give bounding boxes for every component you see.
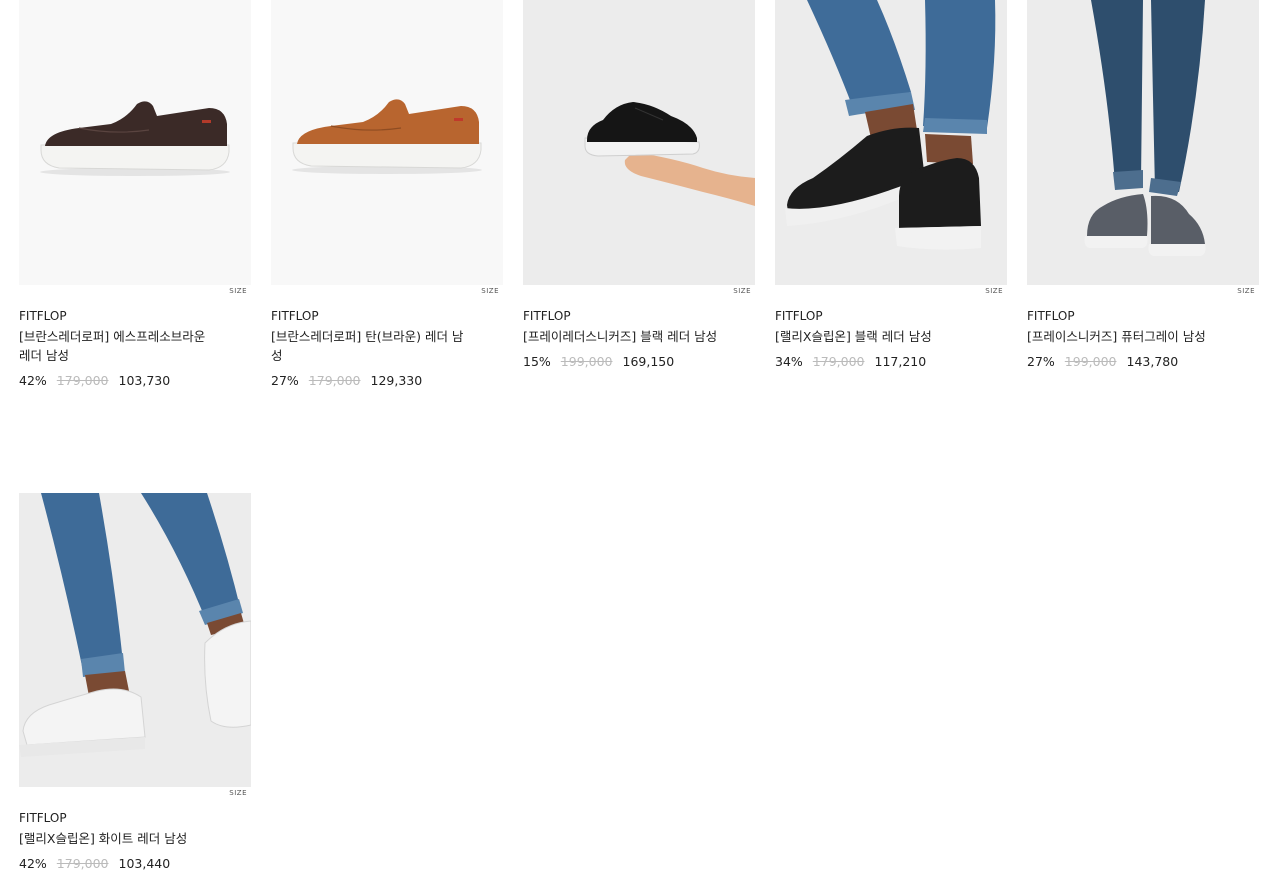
price-row: 27% 199,000 143,780 — [1027, 354, 1259, 370]
sale-price: 143,780 — [1126, 354, 1179, 369]
product-name[interactable]: [프레이스니커즈] 퓨터그레이 남성 — [1027, 327, 1227, 346]
original-price: 179,000 — [56, 856, 109, 871]
discount-rate: 42% — [19, 856, 47, 871]
size-tag[interactable]: SIZE — [985, 287, 1003, 295]
product-card[interactable]: SIZE FITFLOP [프레이레더스니커즈] 블랙 레더 남성 15% 19… — [523, 0, 755, 369]
price-row: 42% 179,000 103,730 — [19, 373, 251, 389]
sale-price: 129,330 — [370, 373, 423, 388]
product-image[interactable] — [19, 0, 251, 285]
price-row: 27% 179,000 129,330 — [271, 373, 503, 389]
discount-rate: 15% — [523, 354, 551, 369]
product-image[interactable] — [271, 0, 503, 285]
original-price: 199,000 — [1064, 354, 1117, 369]
white-slip-on-worn-image — [19, 493, 251, 787]
sale-price: 103,440 — [118, 856, 171, 871]
product-brand: FITFLOP — [523, 309, 571, 323]
size-tag[interactable]: SIZE — [733, 287, 751, 295]
product-info: FITFLOP [프레이레더스니커즈] 블랙 레더 남성 15% 199,000… — [523, 309, 755, 370]
original-price: 179,000 — [812, 354, 865, 369]
product-brand: FITFLOP — [1027, 309, 1075, 323]
product-brand: FITFLOP — [271, 309, 319, 323]
product-image[interactable] — [19, 493, 251, 787]
discount-rate: 27% — [1027, 354, 1055, 369]
black-slip-on-worn-image — [775, 0, 1007, 285]
product-name[interactable]: [랠리X슬립온] 블랙 레더 남성 — [775, 327, 975, 346]
product-info: FITFLOP [브란스레더로퍼] 에스프레소브라운 레더 남성 42% 179… — [19, 309, 251, 389]
product-info: FITFLOP [프레이스니커즈] 퓨터그레이 남성 27% 199,000 1… — [1027, 309, 1259, 370]
original-price: 179,000 — [308, 373, 361, 388]
discount-rate: 34% — [775, 354, 803, 369]
product-name[interactable]: [랠리X슬립온] 화이트 레더 남성 — [19, 829, 251, 848]
size-tag[interactable]: SIZE — [1237, 287, 1255, 295]
tan-loafer-image — [271, 0, 503, 285]
size-tag[interactable]: SIZE — [229, 287, 247, 295]
product-image[interactable] — [1027, 0, 1259, 285]
product-name[interactable]: [프레이레더스니커즈] 블랙 레더 남성 — [523, 327, 723, 346]
sale-price: 117,210 — [874, 354, 927, 369]
original-price: 179,000 — [56, 373, 109, 388]
product-image[interactable] — [523, 0, 755, 285]
product-info: FITFLOP [브란스레더로퍼] 탄(브라운) 레더 남성 27% 179,0… — [271, 309, 503, 389]
product-brand: FITFLOP — [19, 309, 67, 323]
product-info: FITFLOP [랠리X슬립온] 화이트 레더 남성 42% 179,000 1… — [19, 811, 251, 872]
size-tag[interactable]: SIZE — [481, 287, 499, 295]
product-brand: FITFLOP — [19, 811, 67, 825]
original-price: 199,000 — [560, 354, 613, 369]
product-card[interactable]: SIZE FITFLOP [브란스레더로퍼] 탄(브라운) 레더 남성 27% … — [271, 0, 503, 388]
sale-price: 169,150 — [622, 354, 675, 369]
price-row: 15% 199,000 169,150 — [523, 354, 755, 370]
size-tag[interactable]: SIZE — [229, 789, 247, 797]
discount-rate: 27% — [271, 373, 299, 388]
grey-sneaker-worn-image — [1027, 0, 1259, 285]
sale-price: 103,730 — [118, 373, 171, 388]
black-sneaker-in-hand-image — [523, 0, 755, 285]
espresso-loafer-image — [19, 0, 251, 285]
product-name[interactable]: [브란스레더로퍼] 탄(브라운) 레더 남성 — [271, 327, 471, 365]
discount-rate: 42% — [19, 373, 47, 388]
product-card[interactable]: SIZE FITFLOP [브란스레더로퍼] 에스프레소브라운 레더 남성 42… — [19, 0, 251, 388]
product-image[interactable] — [775, 0, 1007, 285]
product-name[interactable]: [브란스레더로퍼] 에스프레소브라운 레더 남성 — [19, 327, 219, 365]
product-card[interactable]: SIZE FITFLOP [프레이스니커즈] 퓨터그레이 남성 27% 199,… — [1027, 0, 1259, 369]
product-brand: FITFLOP — [775, 309, 823, 323]
product-card[interactable]: SIZE FITFLOP [랠리X슬립온] 블랙 레더 남성 34% 179,0… — [775, 0, 1007, 369]
price-row: 34% 179,000 117,210 — [775, 354, 1007, 370]
product-info: FITFLOP [랠리X슬립온] 블랙 레더 남성 34% 179,000 11… — [775, 309, 1007, 370]
price-row: 42% 179,000 103,440 — [19, 856, 251, 872]
product-card[interactable]: SIZE FITFLOP [랠리X슬립온] 화이트 레더 남성 42% 179,… — [19, 493, 251, 871]
